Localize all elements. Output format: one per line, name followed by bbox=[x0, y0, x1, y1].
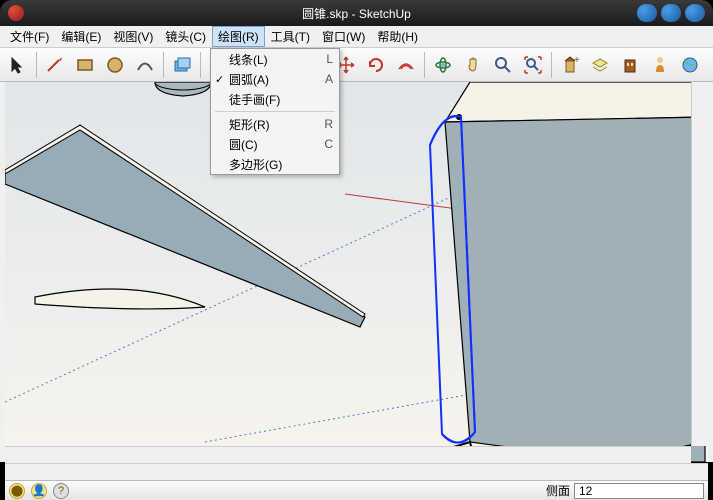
divider bbox=[551, 52, 552, 78]
viewport-3d[interactable] bbox=[0, 82, 713, 462]
minimize-button[interactable] bbox=[637, 4, 657, 22]
measurement-input[interactable] bbox=[574, 483, 704, 499]
menu-shortcut: R bbox=[324, 117, 333, 131]
building-tool-icon[interactable] bbox=[616, 51, 644, 79]
window-title: 圆锥.skp - SketchUp bbox=[302, 5, 411, 22]
menubar: 文件(F) 编辑(E) 视图(V) 镜头(C) 绘图(R) 工具(T) 窗口(W… bbox=[0, 26, 713, 48]
divider bbox=[200, 52, 201, 78]
svg-text:+: + bbox=[574, 55, 580, 66]
divider bbox=[424, 52, 425, 78]
menu-label: 徒手画(F) bbox=[229, 91, 333, 108]
menu-separator bbox=[215, 111, 335, 112]
menu-file[interactable]: 文件(F) bbox=[4, 26, 55, 47]
user-icon[interactable]: 👤 bbox=[31, 483, 47, 499]
zoom-extents-tool-icon[interactable] bbox=[519, 51, 547, 79]
line-tool-icon[interactable] bbox=[41, 51, 69, 79]
menu-label: 线条(L) bbox=[229, 51, 316, 68]
titlebar: 圆锥.skp - SketchUp bbox=[0, 0, 713, 26]
check-icon: ✓ bbox=[215, 73, 224, 86]
measurement-label: 侧面 bbox=[546, 482, 570, 499]
viewport-bottom-strip bbox=[5, 463, 708, 480]
menu-help[interactable]: 帮助(H) bbox=[371, 26, 424, 47]
offset-tool-icon[interactable] bbox=[392, 51, 420, 79]
make-component-icon[interactable] bbox=[168, 51, 196, 79]
menu-label: 圆(C) bbox=[229, 136, 314, 153]
menu-label: 矩形(R) bbox=[229, 116, 314, 133]
menu-item-line[interactable]: 线条(L) L bbox=[211, 49, 339, 69]
menu-item-polygon[interactable]: 多边形(G) bbox=[211, 154, 339, 174]
horizontal-scrollbar[interactable] bbox=[5, 446, 691, 463]
rectangle-tool-icon[interactable] bbox=[71, 51, 99, 79]
circle-tool-icon[interactable] bbox=[101, 51, 129, 79]
menu-tools[interactable]: 工具(T) bbox=[265, 26, 316, 47]
menu-shortcut: L bbox=[326, 52, 333, 66]
menu-item-rectangle[interactable]: 矩形(R) R bbox=[211, 114, 339, 134]
menu-window[interactable]: 窗口(W) bbox=[316, 26, 371, 47]
select-tool-icon[interactable] bbox=[4, 51, 32, 79]
add-building-icon[interactable]: + bbox=[556, 51, 584, 79]
pan-tool-icon[interactable] bbox=[459, 51, 487, 79]
divider bbox=[163, 52, 164, 78]
menu-item-circle[interactable]: 圆(C) C bbox=[211, 134, 339, 154]
menu-draw[interactable]: 绘图(R) bbox=[212, 26, 265, 47]
scene-svg bbox=[5, 82, 708, 462]
menu-shortcut: C bbox=[324, 137, 333, 151]
menu-item-arc[interactable]: ✓ 圆弧(A) A bbox=[211, 69, 339, 89]
person-icon[interactable] bbox=[646, 51, 674, 79]
close-button[interactable] bbox=[685, 4, 705, 22]
maximize-button[interactable] bbox=[661, 4, 681, 22]
menu-item-freehand[interactable]: 徒手画(F) bbox=[211, 89, 339, 109]
layers-icon[interactable] bbox=[586, 51, 614, 79]
zoom-tool-icon[interactable] bbox=[489, 51, 517, 79]
arc-tool-icon[interactable] bbox=[131, 51, 159, 79]
help-icon[interactable]: ? bbox=[53, 483, 69, 499]
divider bbox=[36, 52, 37, 78]
draw-menu-dropdown: 线条(L) L ✓ 圆弧(A) A 徒手画(F) 矩形(R) R 圆(C) C … bbox=[210, 48, 340, 175]
toolbar: + bbox=[0, 48, 713, 82]
globe-icon[interactable] bbox=[676, 51, 704, 79]
vertical-scrollbar[interactable] bbox=[691, 82, 708, 446]
menu-edit[interactable]: 编辑(E) bbox=[55, 26, 107, 47]
menu-shortcut: A bbox=[325, 72, 333, 86]
menu-label: 圆弧(A) bbox=[229, 71, 315, 88]
menu-label: 多边形(G) bbox=[229, 156, 333, 173]
menu-camera[interactable]: 镜头(C) bbox=[159, 26, 212, 47]
menu-view[interactable]: 视图(V) bbox=[107, 26, 159, 47]
rotate-tool-icon[interactable] bbox=[362, 51, 390, 79]
app-icon bbox=[8, 5, 24, 21]
orbit-tool-icon[interactable] bbox=[429, 51, 457, 79]
window-controls bbox=[637, 4, 705, 22]
info-icon[interactable]: ⬤ bbox=[9, 483, 25, 499]
statusbar: ⬤ 👤 ? 侧面 bbox=[5, 480, 708, 500]
